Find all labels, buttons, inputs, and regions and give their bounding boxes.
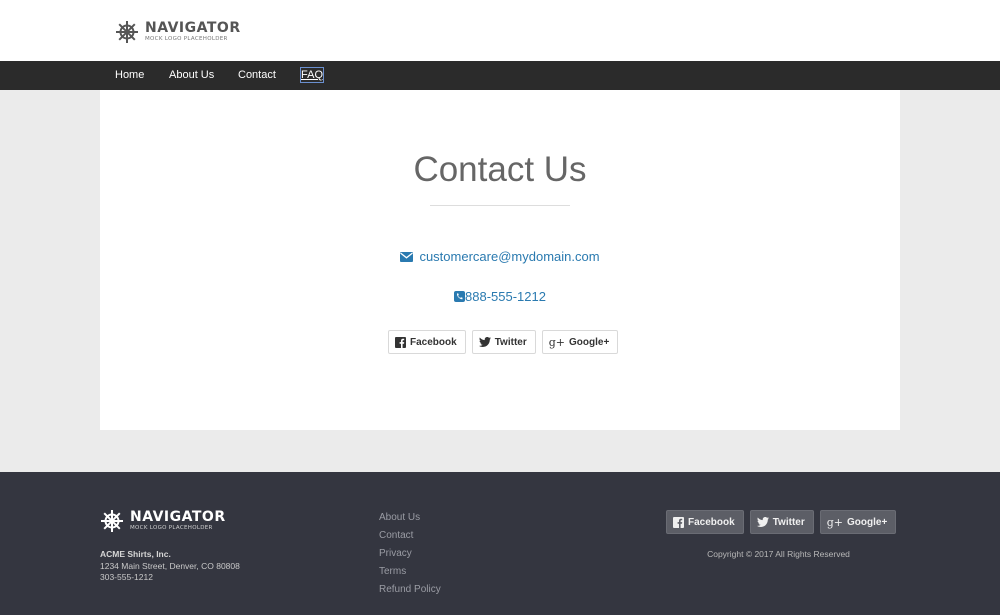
footer-address: ACME Shirts, Inc. 1234 Main Street, Denv… <box>100 549 240 584</box>
footer-logo-subtitle: MOCK LOGO PLACEHOLDER <box>130 525 213 532</box>
logo-subtitle: MOCK LOGO PLACEHOLDER <box>145 36 228 43</box>
facebook-label: Facebook <box>410 336 457 348</box>
page-title: Contact Us <box>413 150 587 189</box>
logo-title: NAVIGATOR <box>145 20 241 37</box>
envelope-icon <box>400 252 414 262</box>
nav-faq[interactable]: FAQ <box>299 67 325 83</box>
social-buttons: Facebook Twitter g+ Google+ <box>388 330 619 354</box>
email-link[interactable]: customercare@mydomain.com <box>419 249 599 264</box>
footer-logo-title: NAVIGATOR <box>130 509 226 526</box>
ship-wheel-icon <box>116 21 138 43</box>
site-header: NAVIGATOR MOCK LOGO PLACEHOLDER <box>0 0 1000 61</box>
street-address: 1234 Main Street, Denver, CO 80808 <box>100 560 240 571</box>
title-divider <box>430 205 570 206</box>
phone-link[interactable]: 888-555-1212 <box>465 289 546 304</box>
nav-contact[interactable]: Contact <box>238 68 276 82</box>
google-plus-button[interactable]: g+ Google+ <box>541 330 619 354</box>
footer-google-plus-button[interactable]: g+ Google+ <box>819 510 897 534</box>
google-plus-icon: g+ <box>826 515 843 529</box>
footer-link-contact[interactable]: Contact <box>379 527 441 545</box>
footer-twitter-label: Twitter <box>772 516 805 528</box>
email-row: customercare@mydomain.com <box>100 248 900 266</box>
footer-twitter-button[interactable]: Twitter <box>749 510 814 534</box>
footer-facebook-button[interactable]: Facebook <box>666 510 744 534</box>
facebook-icon <box>395 336 406 348</box>
phone-icon <box>454 291 466 302</box>
company-name: ACME Shirts, Inc. <box>100 549 171 559</box>
twitter-label: Twitter <box>494 336 527 348</box>
google-plus-label: Google+ <box>569 336 610 348</box>
facebook-icon <box>673 516 684 528</box>
contact-card: Contact Us customercare@mydomain.com 888… <box>100 90 900 430</box>
phone-row: 888-555-1212 <box>100 288 900 306</box>
footer-link-privacy[interactable]: Privacy <box>379 545 441 563</box>
footer-social-buttons: Facebook Twitter g+ Google+ <box>666 510 897 534</box>
google-plus-icon: g+ <box>548 335 565 349</box>
ship-wheel-icon <box>101 510 123 532</box>
footer-facebook-label: Facebook <box>688 516 735 528</box>
footer-link-refund-policy[interactable]: Refund Policy <box>379 581 441 599</box>
footer-links: About Us Contact Privacy Terms Refund Po… <box>379 509 441 599</box>
site-footer: NAVIGATOR MOCK LOGO PLACEHOLDER ACME Shi… <box>0 472 1000 615</box>
facebook-button[interactable]: Facebook <box>388 330 466 354</box>
footer-phone: 303-555-1212 <box>100 572 153 582</box>
footer-link-terms[interactable]: Terms <box>379 563 441 581</box>
site-logo[interactable]: NAVIGATOR MOCK LOGO PLACEHOLDER <box>115 20 241 44</box>
twitter-icon <box>478 337 491 347</box>
footer-link-about-us[interactable]: About Us <box>379 509 441 527</box>
nav-home[interactable]: Home <box>115 68 144 82</box>
twitter-button[interactable]: Twitter <box>471 330 536 354</box>
copyright-text: Copyright © 2017 All Rights Reserved <box>707 549 850 559</box>
footer-logo[interactable]: NAVIGATOR MOCK LOGO PLACEHOLDER <box>100 509 226 533</box>
twitter-icon <box>756 517 769 527</box>
footer-google-plus-label: Google+ <box>847 516 888 528</box>
main-nav: Home About Us Contact FAQ <box>0 61 1000 90</box>
nav-about-us[interactable]: About Us <box>169 68 214 82</box>
